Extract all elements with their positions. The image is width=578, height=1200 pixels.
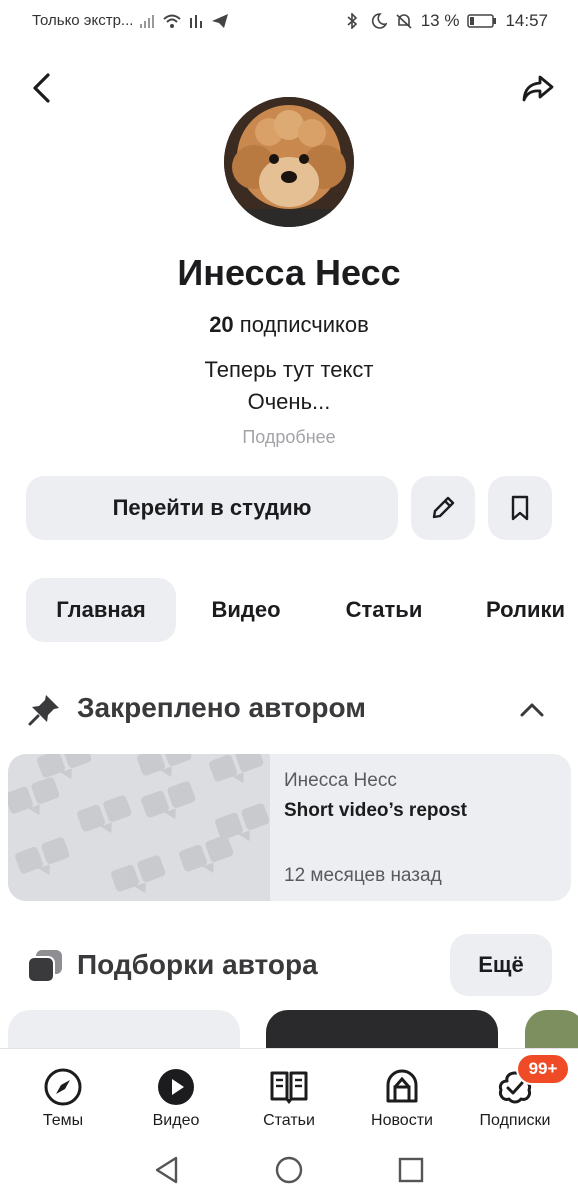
pinned-section-title: Закреплено автором [77, 692, 366, 723]
placeholder-pattern-icon [8, 754, 270, 894]
bluetooth-icon [347, 13, 357, 29]
avatar[interactable] [224, 97, 354, 227]
pinned-post-time: 12 месяцев назад [284, 865, 442, 886]
battery-icon [467, 14, 497, 28]
bookmark-button[interactable] [488, 476, 552, 540]
tab-articles[interactable]: Статьи [326, 578, 442, 642]
play-icon [158, 1069, 194, 1105]
nav-subscriptions-label: Подписки [479, 1112, 551, 1129]
status-left: Только экстр... [32, 12, 229, 29]
back-arrow-icon[interactable] [24, 70, 60, 106]
book-icon [270, 1071, 308, 1104]
bookmark-icon [511, 495, 529, 521]
nav-articles-label: Статьи [263, 1112, 315, 1129]
more-collections-label: Ещё [478, 952, 524, 977]
collections-stack-icon [27, 950, 62, 983]
compass-icon [44, 1068, 82, 1106]
tab-reels[interactable]: Ролики [474, 578, 578, 642]
nav-topics-label: Темы [42, 1112, 84, 1129]
bell-off-icon [396, 14, 412, 29]
pinned-post-author: Инесса Несс [284, 770, 397, 791]
more-details-link[interactable]: Подробнее [0, 427, 578, 448]
status-right: 13 % 14:57 [343, 11, 548, 31]
pinned-post-card[interactable]: Инесса Несс Short video’s repost 12 меся… [8, 754, 571, 901]
moon-icon [371, 13, 387, 29]
nav-topics[interactable]: Темы [13, 1049, 113, 1141]
wifi-icon [163, 14, 182, 28]
carrier-text: Только экстр... [32, 12, 134, 29]
collections-section-title: Подборки автора [77, 949, 318, 980]
battery-percent: 13 % [420, 11, 460, 30]
telegram-icon [212, 13, 229, 28]
tab-main[interactable]: Главная [26, 578, 176, 642]
go-to-studio-button[interactable]: Перейти в студию [26, 476, 398, 540]
tab-video[interactable]: Видео [192, 578, 300, 642]
bottom-navigation: Темы Видео Статьи Новости Подписки [0, 1048, 578, 1140]
profile-description-line1: Теперь тут текст [204, 357, 374, 382]
chevron-up-icon[interactable] [516, 694, 548, 726]
clock: 14:57 [505, 11, 548, 30]
edit-button[interactable] [411, 476, 475, 540]
more-collections-button[interactable]: Ещё [450, 934, 552, 996]
subscribers-count: 20 подписчиков [0, 312, 578, 338]
nav-news[interactable]: Новости [352, 1049, 452, 1141]
pin-icon [28, 695, 59, 726]
subscribers-label: подписчиков [239, 312, 369, 337]
pinned-post-title: Short video’s repost [284, 800, 467, 821]
subscribers-number: 20 [209, 312, 234, 337]
go-to-studio-label: Перейти в студию [112, 495, 312, 520]
share-icon[interactable] [520, 70, 556, 106]
system-home-icon[interactable] [273, 1154, 305, 1186]
signal-icon [140, 14, 155, 28]
system-back-icon[interactable] [151, 1154, 183, 1186]
nav-articles[interactable]: Статьи [239, 1049, 339, 1141]
profile-tabs: Главная Видео Статьи Ролики [26, 578, 578, 642]
nav-video-label: Видео [152, 1112, 200, 1129]
profile-description-line2: Очень... [247, 389, 331, 414]
pencil-icon [432, 496, 455, 519]
status-bar: Только экстр... 13 % 14:57 [0, 0, 578, 44]
news-icon [386, 1069, 418, 1103]
notification-badge: 99+ [516, 1053, 570, 1085]
system-recents-icon[interactable] [395, 1154, 427, 1186]
profile-name: Инесса Несс [177, 252, 401, 293]
nav-news-label: Новости [371, 1112, 433, 1129]
avatar-dog-image [224, 97, 354, 227]
system-navigation [0, 1140, 578, 1200]
nav-video[interactable]: Видео [126, 1049, 226, 1141]
cellular-icon [190, 14, 203, 28]
pinned-post-thumbnail [8, 754, 270, 901]
